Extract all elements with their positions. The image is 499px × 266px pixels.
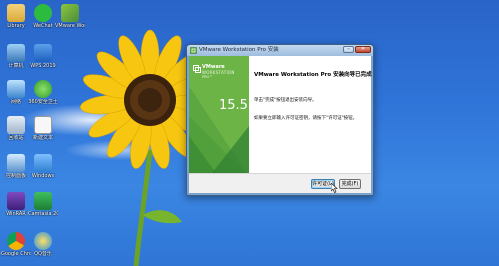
vmware-app-icon xyxy=(190,47,197,54)
text-file-icon xyxy=(34,116,52,134)
desktop-icon-computer[interactable]: 计算机 xyxy=(1,44,31,69)
desktop-icon-360[interactable]: 360安全卫士 xyxy=(28,80,58,105)
close-icon: ✕ xyxy=(360,46,366,52)
chrome-icon xyxy=(7,232,25,250)
desktop-icon-recycle-bin[interactable]: 回收站 xyxy=(1,116,31,141)
window-titlebar[interactable]: VMware Workstation Pro 安装 – ✕ xyxy=(187,45,373,56)
mouse-cursor-icon xyxy=(331,183,338,193)
vmware-logo-icon xyxy=(193,65,201,73)
qq-music-icon xyxy=(34,232,52,250)
banner-edition: PRO™ xyxy=(202,75,213,79)
desktop-icon-library[interactable]: Library xyxy=(1,4,31,29)
minimize-icon: – xyxy=(347,46,350,52)
close-button[interactable]: ✕ xyxy=(355,46,371,53)
desktop-icon-winrar[interactable]: WinRAR xyxy=(1,192,31,217)
computer-icon xyxy=(7,44,25,62)
minimize-button[interactable]: – xyxy=(343,46,354,53)
network-icon xyxy=(7,80,25,98)
wps-icon xyxy=(34,44,52,62)
desktop-icon-wechat[interactable]: WeChat xyxy=(28,4,58,29)
desktop-icon-qq-music[interactable]: QQ音乐 xyxy=(28,232,58,257)
desktop-icon-vmware[interactable]: VMware Workstation xyxy=(55,4,85,29)
finish-instruction: 单击"完成"按钮退出安装向导。 xyxy=(254,98,317,103)
desktop-icon-wps[interactable]: WPS 2019 xyxy=(28,44,58,69)
winrar-icon xyxy=(7,192,25,210)
window-title: VMware Workstation Pro 安装 xyxy=(199,47,279,53)
security-360-icon xyxy=(34,80,52,98)
finish-button[interactable]: 完成(F) xyxy=(339,179,361,189)
folder-icon xyxy=(34,154,52,172)
window-content: VMware WORKSTATION PRO™ 15.5 VMware Work… xyxy=(189,56,372,193)
recycle-bin-icon xyxy=(7,116,25,134)
camtasia-icon xyxy=(34,192,52,210)
wechat-icon xyxy=(34,4,52,22)
installer-window[interactable]: VMware Workstation Pro 安装 – ✕ VMware WOR… xyxy=(186,44,374,196)
banner-version: 15.5 xyxy=(219,98,248,113)
control-panel-icon xyxy=(7,154,25,172)
license-instruction: 如果要立即输入许可证密钥，请按下"许可证"按钮。 xyxy=(254,116,358,121)
library-folder-icon xyxy=(7,4,25,22)
desktop-icon-folder[interactable]: Windows xyxy=(28,154,58,179)
product-banner: VMware WORKSTATION PRO™ 15.5 xyxy=(189,56,249,173)
desktop-icon-camtasia[interactable]: Camtasia 2019 xyxy=(28,192,58,217)
button-bar: 许可证(L) 完成(F) xyxy=(189,173,371,193)
desktop-icon-chrome[interactable]: Google Chrome xyxy=(1,232,31,257)
desktop-icon-text-file[interactable]: 新建文本 xyxy=(28,116,58,141)
desktop-icon-control-panel[interactable]: 控制面板 xyxy=(1,154,31,179)
desktop-icon-network[interactable]: 网络 xyxy=(1,80,31,105)
vmware-icon xyxy=(61,4,79,22)
completion-heading: VMware Workstation Pro 安装向导已完成 xyxy=(254,72,372,78)
